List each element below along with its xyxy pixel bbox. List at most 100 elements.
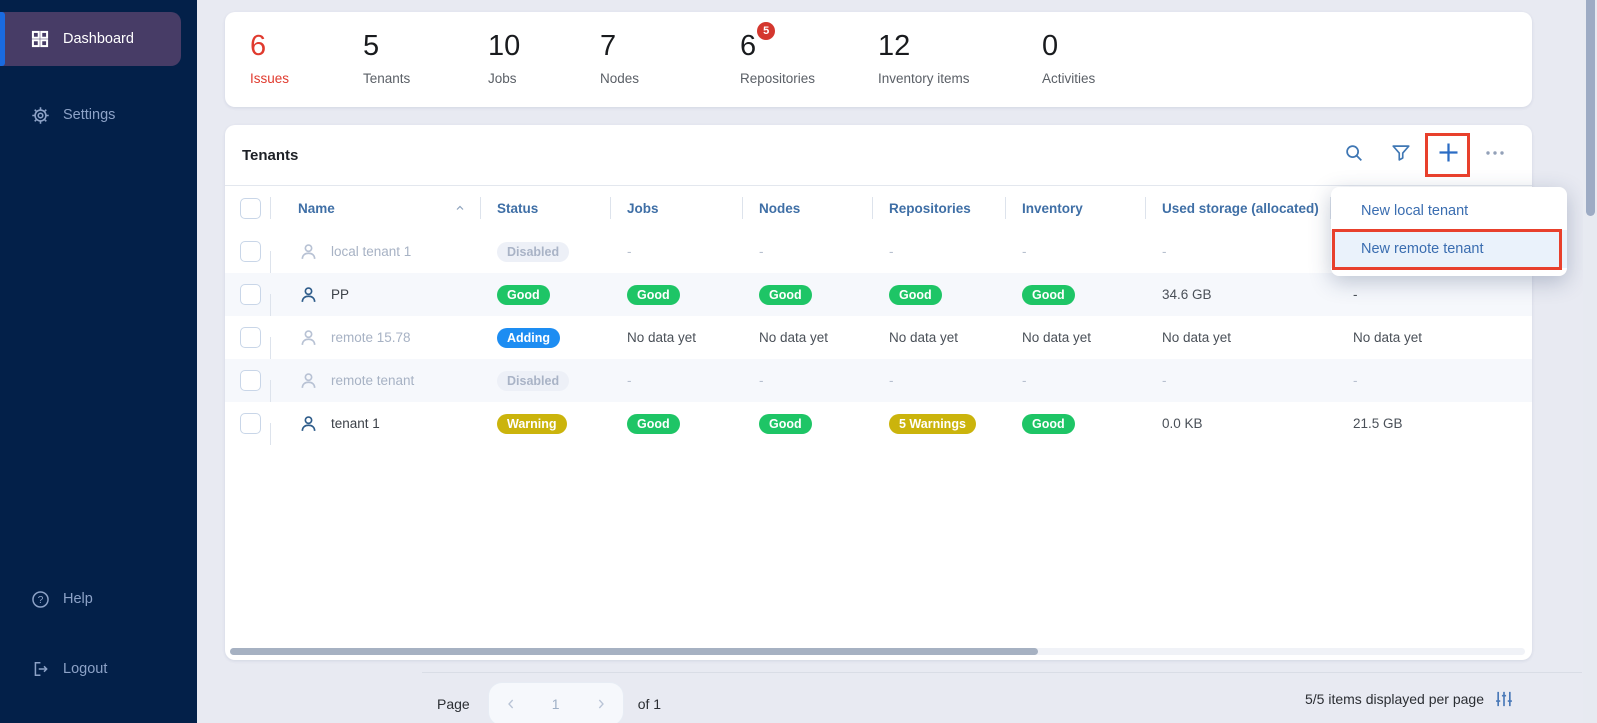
sidebar-item-dashboard[interactable]: Dashboard — [0, 12, 181, 66]
more-actions-button[interactable] — [1480, 140, 1510, 170]
column-header-jobs[interactable]: Jobs — [610, 186, 742, 230]
menu-item-new-remote-tenant[interactable]: New remote tenant — [1331, 230, 1567, 268]
chevron-left-icon[interactable] — [503, 696, 519, 712]
table-row[interactable]: remote tenantDisabled------ — [225, 359, 1532, 402]
status-pill: Good — [759, 414, 812, 434]
person-icon — [298, 413, 319, 434]
cell-text: - — [1022, 244, 1027, 259]
status-pill: Good — [889, 285, 942, 305]
table-cell: Good — [1005, 414, 1145, 434]
sidebar: Dashboard Settings ?Help Logout — [0, 0, 197, 723]
row-checkbox[interactable] — [240, 413, 261, 434]
stat-value: 65 — [740, 29, 756, 63]
column-header-status[interactable]: Status — [480, 186, 610, 230]
stat-value: 6 — [250, 29, 266, 63]
table-cell: 0.0 KB — [1145, 416, 1330, 431]
current-page: 1 — [552, 696, 560, 712]
stat-value: 0 — [1042, 29, 1058, 63]
main-content: 6Issues5Tenants10Jobs7Nodes65Repositorie… — [197, 0, 1597, 723]
status-pill: Good — [497, 285, 550, 305]
status-pill: Good — [627, 414, 680, 434]
column-header-repositories[interactable]: Repositories — [872, 186, 1005, 230]
column-header-label: Name — [298, 201, 335, 216]
table-cell: Good — [480, 285, 610, 305]
column-header-nodes[interactable]: Nodes — [742, 186, 872, 230]
sidebar-item-label: Logout — [63, 661, 107, 677]
tenant-name-cell[interactable]: remote 15.78 — [270, 327, 480, 348]
page-input[interactable]: 1 — [488, 682, 624, 723]
add-tenant-button[interactable] — [1433, 140, 1463, 170]
gear-icon — [30, 105, 51, 126]
table-cell: - — [1330, 287, 1532, 302]
chevron-right-icon[interactable] — [593, 696, 609, 712]
column-header-label: Repositories — [889, 201, 971, 216]
tenant-name: tenant 1 — [331, 416, 380, 431]
cell-text: 21.5 GB — [1353, 416, 1403, 431]
page-label: Page — [437, 696, 470, 712]
sidebar-item-help[interactable]: ?Help — [0, 572, 197, 626]
sort-asc-icon[interactable] — [454, 202, 466, 214]
table-cell: No data yet — [742, 330, 872, 345]
table-cell: No data yet — [1330, 330, 1532, 345]
row-checkbox[interactable] — [240, 370, 261, 391]
tenant-name-cell[interactable]: tenant 1 — [270, 413, 480, 434]
status-pill: Disabled — [497, 371, 569, 391]
table-row[interactable]: PPGoodGoodGoodGoodGood34.6 GB- — [225, 273, 1532, 316]
vertical-scrollbar[interactable] — [1586, 0, 1595, 216]
table-cell: - — [872, 373, 1005, 388]
column-header-inventory[interactable]: Inventory — [1005, 186, 1145, 230]
column-header-used-storage-allocated[interactable]: Used storage (allocated) — [1145, 186, 1330, 230]
horizontal-scrollbar[interactable] — [230, 648, 1038, 655]
pagination-bar: Page 1 of 1 5/5 items displayed per page — [422, 672, 1582, 723]
cell-text: 34.6 GB — [1162, 287, 1212, 302]
table-row[interactable]: remote 15.78 Adding No data yet No data yet… — [225, 316, 1532, 359]
row-checkbox[interactable] — [240, 284, 261, 305]
sidebar-item-settings[interactable]: Settings — [0, 88, 197, 142]
menu-item-label: New remote tenant — [1361, 241, 1484, 257]
tenant-name: remote 15.78 — [331, 330, 411, 345]
tenant-name-cell[interactable]: PP — [270, 284, 480, 305]
cell-text: No data yet — [627, 330, 696, 345]
table-cell: 5 Warnings — [872, 414, 1005, 434]
select-all-checkbox[interactable] — [240, 198, 261, 219]
select-all-cell — [225, 186, 270, 230]
panel-title: Tenants — [242, 147, 298, 164]
grid-icon — [30, 29, 50, 49]
items-per-page-settings-icon[interactable] — [1494, 689, 1514, 709]
tenant-name-cell[interactable]: remote tenant — [270, 370, 480, 391]
search-button[interactable] — [1339, 140, 1369, 170]
stat-label: Issues — [250, 71, 289, 86]
stat-label: Jobs — [488, 71, 520, 86]
help-icon: ? — [30, 589, 51, 610]
cell-text: No data yet — [1353, 330, 1422, 345]
status-pill: Good — [1022, 414, 1075, 434]
person-icon — [298, 241, 319, 262]
sidebar-item-label: Settings — [63, 107, 115, 123]
table-cell: Good — [1005, 285, 1145, 305]
status-pill: Adding — [497, 328, 560, 348]
tenant-name-cell[interactable]: local tenant 1 — [270, 241, 480, 262]
person-icon — [298, 284, 319, 305]
table-cell: - — [742, 373, 872, 388]
add-tenant-dropdown: New local tenant New remote tenant — [1331, 187, 1567, 276]
cell-text: No data yet — [1162, 330, 1231, 345]
cell-text: - — [1353, 287, 1358, 302]
toolbar-icons — [1322, 140, 1510, 170]
row-select-cell — [225, 241, 270, 262]
menu-item-new-local-tenant[interactable]: New local tenant — [1331, 192, 1567, 230]
row-checkbox[interactable] — [240, 327, 261, 348]
sidebar-item-logout[interactable]: Logout — [0, 642, 197, 696]
table-row[interactable]: tenant 1WarningGoodGood5 WarningsGood0.0… — [225, 402, 1532, 445]
column-header-label: Nodes — [759, 201, 800, 216]
table-cell: 34.6 GB — [1145, 287, 1330, 302]
stat-badge: 5 — [757, 22, 775, 40]
row-checkbox[interactable] — [240, 241, 261, 262]
items-per-page: 5/5 items displayed per page — [1305, 689, 1514, 709]
status-pill: Good — [759, 285, 812, 305]
filter-button[interactable] — [1386, 140, 1416, 170]
panel-toolbar: Tenants — [225, 125, 1532, 186]
horizontal-scrollbar-track — [230, 648, 1525, 655]
column-header-name[interactable]: Name — [270, 186, 480, 230]
vertical-scrollbar-track — [1583, 0, 1597, 723]
menu-item-label: New local tenant — [1361, 203, 1468, 219]
